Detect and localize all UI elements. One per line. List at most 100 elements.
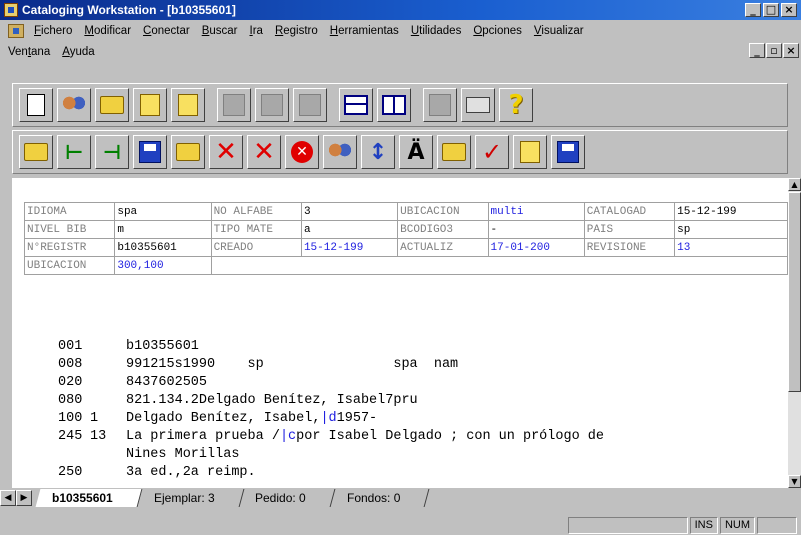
mdi-close-button[interactable]: × — [783, 43, 799, 58]
marc-field-row[interactable]: 245 13 La primera prueba /|cpor Isabel Del… — [58, 428, 604, 446]
help-button[interactable]: ? — [499, 88, 533, 122]
mdi-restore-button[interactable]: ▫ — [766, 43, 782, 58]
fixed-field-value[interactable]: spa — [114, 202, 212, 221]
tab-next-button[interactable]: ▶ — [16, 490, 32, 506]
marc-text: b10355601 — [126, 339, 199, 354]
menu-opciones[interactable]: Opciones — [467, 25, 528, 37]
fixed-field-value[interactable]: 300,100 — [114, 256, 212, 275]
new-document-button[interactable] — [19, 88, 53, 122]
vertical-scrollbar[interactable]: ▲ ▼ — [788, 178, 801, 488]
marc-field-row[interactable]: 020 8437602505 — [58, 374, 604, 392]
fixed-field-value[interactable]: 13 — [674, 238, 788, 257]
tab-record[interactable]: b10355601 — [35, 489, 143, 507]
marc-tag: 020 — [58, 375, 83, 390]
marc-text: La primera prueba / — [126, 429, 280, 444]
open-folder-button[interactable] — [95, 88, 129, 122]
stop-icon: ✕ — [291, 141, 313, 163]
marc-text: Nines Morillas — [126, 447, 240, 462]
stop-button[interactable]: ✕ — [285, 135, 319, 169]
folder-back-button[interactable] — [19, 135, 53, 169]
paste-button[interactable] — [293, 88, 327, 122]
import-button[interactable] — [513, 135, 547, 169]
validate-button[interactable] — [323, 135, 357, 169]
fixed-field-value[interactable]: 15-12-199 — [674, 202, 788, 221]
scroll-down-button[interactable]: ▼ — [788, 475, 801, 488]
open-folder-icon — [100, 96, 124, 114]
menu-ayuda[interactable]: Ayuda — [56, 46, 100, 58]
menu-conectar[interactable]: Conectar — [137, 25, 196, 37]
fixed-field-label: PAIS — [583, 220, 676, 239]
diacritic-button[interactable]: Ä — [399, 135, 433, 169]
fixed-field-value[interactable]: sp — [674, 220, 788, 239]
num-indicator: NUM — [719, 516, 755, 534]
fixed-field-value[interactable]: b10355601 — [114, 238, 212, 257]
close-button[interactable]: × — [781, 3, 797, 17]
menu-registro[interactable]: Registro — [269, 25, 324, 37]
zip-button[interactable] — [171, 88, 205, 122]
marc-field-row[interactable]: 080 821.134.2Delgado Benítez, Isabel7pru — [58, 392, 604, 410]
folder-open-button[interactable] — [171, 135, 205, 169]
disabled-button[interactable] — [423, 88, 457, 122]
marc-field-row[interactable]: 250 3a ed.,2a reimp. — [58, 464, 604, 482]
menu-buscar[interactable]: Buscar — [196, 25, 244, 37]
menu-visualizar[interactable]: Visualizar — [528, 25, 590, 37]
marc-field-row[interactable]: 008 991215s1990 sp spa nam — [58, 356, 604, 374]
fixed-field-value[interactable]: 15-12-199 — [300, 238, 399, 257]
fixed-field-label: NIVEL BIB — [23, 220, 116, 239]
tab-prev-button[interactable]: ◀ — [0, 490, 16, 506]
scroll-up-button[interactable]: ▲ — [788, 178, 801, 191]
marc-field-row[interactable]: 100 1 Delgado Benítez, Isabel,|d1957- — [58, 410, 604, 428]
case-button[interactable]: ↕ — [361, 135, 395, 169]
menu-bar: Fichero Modificar Conectar Buscar Ira Registr… — [0, 20, 801, 62]
marc-fields[interactable]: 001 b10355601 008 991215s1990 sp spa nam 020… — [58, 338, 604, 482]
split-button[interactable]: ⊣ — [95, 135, 129, 169]
save-date-button[interactable] — [551, 135, 585, 169]
check-button[interactable]: ✓ — [475, 135, 509, 169]
marc-text: 3a ed.,2a reimp. — [126, 465, 256, 480]
fixed-field-label: UBICACION — [23, 256, 116, 275]
marc-field-row[interactable]: Nines Morillas — [58, 446, 604, 464]
mdi-minimize-button[interactable]: _ — [749, 43, 765, 58]
marc-indicators: 13 — [90, 429, 107, 444]
delete-all-button[interactable]: ✕ — [247, 135, 281, 169]
save-button[interactable] — [133, 135, 167, 169]
open-file-button[interactable] — [133, 88, 167, 122]
menu-ira[interactable]: Ira — [244, 25, 269, 37]
document-menu-icon[interactable] — [8, 23, 24, 38]
tab-label: Ejemplar: 3 — [153, 491, 215, 505]
paste-icon — [299, 94, 321, 116]
tab-pedido[interactable]: Pedido: 0 — [239, 489, 336, 507]
disabled-icon — [429, 94, 451, 116]
record-editor[interactable]: IDIOMA spa NO ALFABE 3 UBICACION multi CATALOG… — [12, 178, 788, 488]
folder-export-button[interactable] — [437, 135, 471, 169]
marc-field-row[interactable]: 001 b10355601 — [58, 338, 604, 356]
tab-fondos[interactable]: Fondos: 0 — [330, 489, 430, 507]
delete-button[interactable]: ✕ — [209, 135, 243, 169]
copy-button[interactable] — [255, 88, 289, 122]
cut-button[interactable] — [217, 88, 251, 122]
tab-ejemplar[interactable]: Ejemplar: 3 — [137, 489, 244, 507]
menu-ventana[interactable]: Ventana — [2, 46, 56, 58]
minimize-button[interactable]: _ — [745, 3, 761, 17]
status-pane — [567, 516, 688, 534]
scroll-thumb[interactable] — [788, 192, 801, 392]
fixed-field-value[interactable]: - — [487, 220, 585, 239]
menu-herramientas[interactable]: Herramientas — [324, 25, 405, 37]
fixed-field-value[interactable]: 3 — [300, 202, 399, 221]
print-button[interactable] — [461, 88, 495, 122]
fixed-field-value[interactable]: multi — [487, 202, 585, 221]
marc-tag: 080 — [58, 393, 83, 408]
insert-field-button[interactable]: ⊢ — [57, 135, 91, 169]
tile-vertical-button[interactable] — [377, 88, 411, 122]
fixed-field-value[interactable]: a — [300, 220, 399, 239]
menu-utilidades[interactable]: Utilidades — [405, 25, 468, 37]
menu-fichero[interactable]: Fichero — [28, 25, 78, 37]
fixed-field-value[interactable]: m — [114, 220, 212, 239]
fixed-field-value[interactable]: 17-01-200 — [487, 238, 585, 257]
menu-modificar[interactable]: Modificar — [78, 25, 137, 37]
users-button[interactable] — [57, 88, 91, 122]
tile-horizontal-button[interactable] — [339, 88, 373, 122]
maximize-button[interactable]: □ — [763, 3, 779, 17]
print-icon — [466, 97, 490, 113]
marc-tag: 008 — [58, 357, 83, 372]
